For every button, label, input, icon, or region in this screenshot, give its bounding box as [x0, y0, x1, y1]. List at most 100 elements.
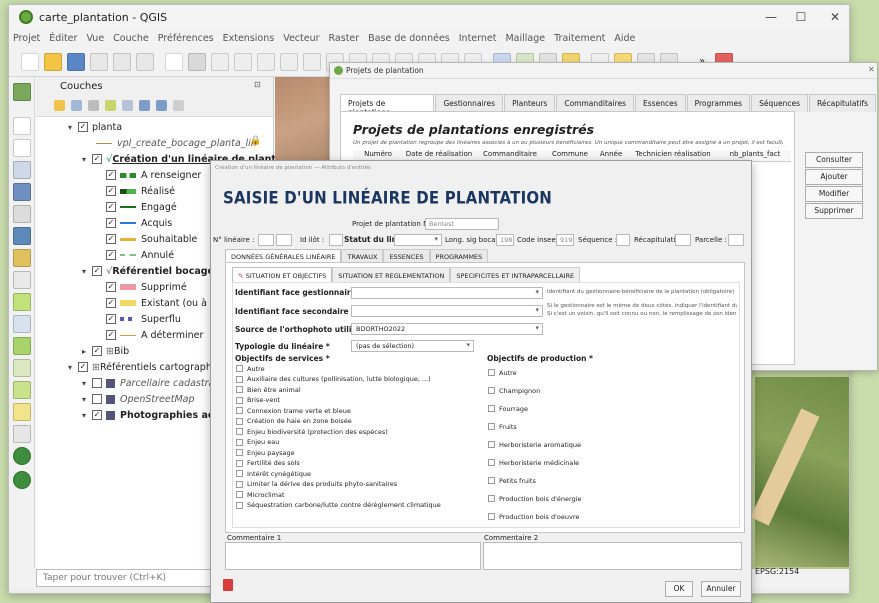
checkbox-icon[interactable] [488, 441, 495, 448]
plugin-arrow-icon[interactable] [13, 293, 31, 311]
legend-checkbox[interactable]: ✓ [106, 218, 116, 228]
checkbox-icon[interactable] [236, 375, 243, 383]
checkbox-icon[interactable] [236, 417, 243, 425]
tractor-icon[interactable] [13, 83, 31, 101]
legend-a-renseigner[interactable]: ✓ A renseigner [106, 167, 201, 183]
checkbox-icon[interactable] [236, 459, 243, 467]
collapse-all-icon[interactable] [156, 100, 167, 111]
projet-field[interactable]: Bentest [425, 218, 499, 230]
checkbox-icon[interactable] [488, 495, 495, 502]
statut-combo[interactable] [394, 234, 442, 246]
service-checkbox[interactable]: Auxiliaire des cultures (pollinisation, … [236, 374, 431, 385]
expand-arrow-icon[interactable]: ▾ [68, 363, 78, 372]
service-checkbox[interactable]: Autre [236, 363, 265, 374]
menu-editer[interactable]: Éditer [49, 33, 77, 44]
service-checkbox[interactable]: Microclimat [236, 489, 285, 500]
service-checkbox[interactable]: Bien être animal [236, 384, 301, 395]
menu-internet[interactable]: Internet [459, 33, 497, 44]
add-delimited-icon[interactable] [13, 249, 31, 267]
menu-extensions[interactable]: Extensions [223, 33, 275, 44]
checkbox-icon[interactable] [236, 386, 243, 393]
typologie-combo[interactable]: (pas de sélection) [351, 340, 474, 352]
production-checkbox[interactable]: Autre [488, 367, 517, 378]
legend-checkbox[interactable]: ✓ [106, 234, 116, 244]
legend-checkbox[interactable]: ✓ [106, 202, 116, 212]
tab-recapitulatifs[interactable]: Récapitulatifs [809, 94, 876, 112]
production-checkbox[interactable]: Champignon [488, 385, 540, 396]
legend-engage[interactable]: ✓ Engagé [106, 199, 177, 215]
save-project-icon[interactable] [67, 52, 85, 71]
n-lineaire-field-2[interactable] [276, 234, 292, 246]
style-manager-icon[interactable] [136, 52, 154, 71]
tab-essences[interactable]: Essences [635, 94, 686, 112]
layer-c-icon[interactable] [13, 117, 31, 135]
zoom-selection-icon[interactable] [280, 52, 298, 71]
menu-projet[interactable]: Projet [13, 33, 40, 44]
expand-arrow-icon[interactable]: ▾ [82, 267, 92, 276]
add-raster-icon[interactable] [13, 183, 31, 201]
layer-checkbox[interactable]: ✓ [92, 410, 102, 420]
production-checkbox[interactable]: Production bois d'oeuvre [488, 511, 579, 522]
legend-annule[interactable]: ✓ Annulé [106, 247, 174, 263]
layer-d-icon[interactable] [13, 139, 31, 157]
legend-checkbox[interactable]: ✓ [106, 314, 116, 324]
service-checkbox[interactable]: Limiter la dérive des produits phyto-san… [236, 479, 397, 490]
subtab-reglementation[interactable]: SITUATION ET REGLEMENTATION [332, 267, 451, 282]
add-spatialite-icon[interactable] [13, 271, 31, 289]
legend-checkbox[interactable]: ✓ [106, 282, 116, 292]
menu-preferences[interactable]: Préférences [158, 33, 214, 44]
checkbox-icon[interactable] [488, 369, 495, 376]
service-checkbox[interactable]: Enjeu biodiversité (protection des espèc… [236, 426, 388, 437]
layer-group-planta[interactable]: ▾ ✓ planta [68, 119, 122, 135]
tab-planteurs[interactable]: Planteurs [504, 94, 556, 112]
add-wfs-icon[interactable] [13, 359, 31, 377]
add-table-icon[interactable] [13, 205, 31, 223]
tab-projets[interactable]: Projets de plantations [340, 94, 435, 117]
layer-checkbox[interactable]: ✓ [92, 266, 102, 276]
panel-float-icon[interactable]: ⊡ [254, 80, 261, 89]
close-button[interactable]: ✕ [815, 5, 849, 29]
new-layer-icon[interactable] [13, 425, 31, 443]
legend-superflu[interactable]: ✓ Superflu [106, 311, 181, 327]
add-wms-icon[interactable] [13, 315, 31, 333]
layer-checkbox[interactable]: ✓ [92, 154, 102, 164]
menu-vecteur[interactable]: Vecteur [283, 33, 319, 44]
open-styling-icon[interactable] [54, 100, 65, 111]
collapse-arrow-icon[interactable]: ▸ [82, 347, 92, 356]
menu-couche[interactable]: Couche [113, 33, 149, 44]
checkbox-icon[interactable] [488, 405, 495, 412]
delete-feature-icon[interactable] [223, 579, 233, 591]
expand-arrow-icon[interactable]: ▾ [82, 411, 92, 420]
filter-legend-icon[interactable] [105, 100, 116, 111]
checkbox-icon[interactable] [236, 407, 243, 414]
menu-traitement[interactable]: Traitement [554, 33, 605, 44]
zoom-in-icon[interactable] [211, 52, 229, 71]
legend-acquis[interactable]: ✓ Acquis [106, 215, 172, 231]
manage-visibility-icon[interactable] [88, 100, 99, 111]
annuler-button[interactable]: Annuler [701, 581, 741, 597]
menu-base-de-donnees[interactable]: Base de données [368, 33, 450, 44]
add-postgis-icon[interactable] [13, 381, 31, 399]
layer-parcellaire[interactable]: ▾ Parcellaire cadastral [82, 375, 217, 391]
legend-souhaitable[interactable]: ✓ Souhaitable [106, 231, 197, 247]
checkbox-icon[interactable] [236, 438, 243, 446]
close-icon[interactable]: ✕ [868, 65, 875, 74]
ajouter-button[interactable]: Ajouter [805, 169, 863, 185]
production-checkbox[interactable]: Herboristerie médicinale [488, 457, 579, 468]
checkbox-icon[interactable] [236, 480, 243, 488]
n-lineaire-field[interactable] [258, 234, 274, 246]
service-checkbox[interactable]: Brise-vent [236, 395, 280, 406]
layer-vpl[interactable]: vpl_create_bocage_planta_lin [96, 135, 257, 151]
legend-checkbox[interactable]: ✓ [106, 250, 116, 260]
add-vector-icon[interactable] [13, 161, 31, 179]
service-checkbox[interactable]: Fertilité des sols [236, 458, 300, 469]
legend-checkbox[interactable]: ✓ [106, 170, 116, 180]
legend-supprime[interactable]: ✓ Supprimé [106, 279, 187, 295]
expand-all-icon[interactable] [139, 100, 150, 111]
gest-principal-combo[interactable] [351, 287, 543, 299]
legend-realise[interactable]: ✓ Réalisé [106, 183, 175, 199]
layer-checkbox[interactable] [92, 394, 102, 404]
commentaire-2-field[interactable] [483, 542, 742, 570]
pan-icon[interactable] [165, 52, 183, 71]
layer-checkbox[interactable]: ✓ [78, 362, 88, 372]
